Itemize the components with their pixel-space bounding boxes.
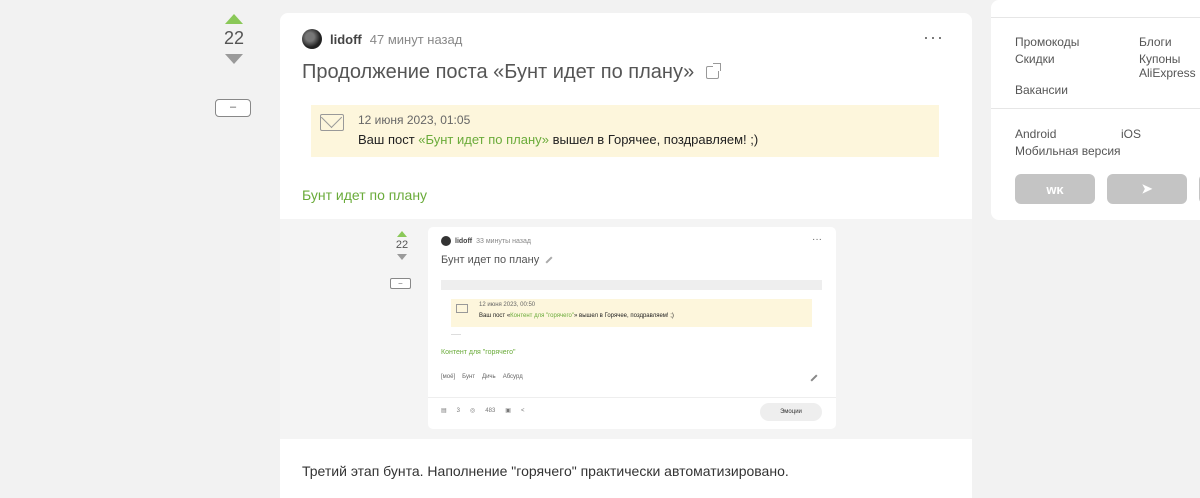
- embedded-notice-text: Ваш пост «Контент для "горячего"» вышел …: [479, 313, 674, 319]
- notice-post-link[interactable]: «Бунт идет по плану»: [418, 132, 549, 147]
- sidebar-link-blogs[interactable]: Блоги: [1139, 35, 1200, 49]
- sidebar-link-discounts[interactable]: Скидки: [1015, 52, 1139, 80]
- sidebar-divider: [991, 108, 1200, 109]
- social-buttons: ᴡᴋ ➤: [1015, 174, 1200, 204]
- embedded-views-count: 483: [485, 407, 496, 414]
- embedded-notice-text-before: Ваш пост «: [479, 313, 511, 319]
- embedded-post-link: Контент для "горячего": [441, 349, 516, 356]
- embedded-views-icon: ◎: [470, 408, 476, 414]
- embedded-footer: ▤ 3 ◎ 483 ▣ <: [441, 407, 525, 415]
- embedded-avatar: [441, 236, 451, 246]
- vk-icon: ᴡᴋ: [1046, 181, 1064, 197]
- notification-block: 12 июня 2023, 01:05 Ваш пост «Бунт идет …: [311, 105, 939, 157]
- embedded-author-row: lidoff 33 минуты назад: [441, 236, 531, 246]
- telegram-button[interactable]: ➤: [1107, 174, 1187, 204]
- embedded-vote-column: 22: [392, 231, 412, 260]
- embedded-downvote-icon: [397, 254, 407, 260]
- post-title[interactable]: Продолжение поста «Бунт идет по плану»: [302, 61, 722, 84]
- embedded-tags: [моё] Бунт Дичь Абсурд: [441, 374, 523, 380]
- vk-button[interactable]: ᴡᴋ: [1015, 174, 1095, 204]
- vote-count: 22: [223, 28, 245, 48]
- sidebar-link-ios[interactable]: iOS: [1121, 127, 1200, 141]
- embedded-notification-block: 12 июня 2023, 00:50 Ваш пост «Контент дл…: [451, 299, 812, 327]
- notice-text-before: Ваш пост: [358, 132, 419, 147]
- embedded-notice-link: Контент для "горячего": [510, 313, 575, 319]
- embedded-divider-bar: [441, 280, 822, 290]
- notice-date: 12 июня 2023, 01:05: [358, 113, 471, 127]
- embedded-post-card: lidoff 33 минуты назад ··· Бунт идет по …: [428, 227, 836, 429]
- embedded-save-icon: ▣: [505, 408, 511, 414]
- post-time: 47 минут назад: [369, 31, 463, 47]
- page: 22 – lidoff 47 минут назад ··· Продолжен…: [0, 0, 1200, 498]
- embedded-share-icon: <: [520, 407, 525, 414]
- tag: Дичь: [482, 374, 496, 380]
- more-options-icon[interactable]: ···: [923, 27, 944, 48]
- external-link-icon[interactable]: [706, 63, 722, 79]
- telegram-icon: ➤: [1141, 181, 1153, 196]
- downvote-icon[interactable]: [225, 54, 243, 64]
- embedded-comments-count: 3: [456, 407, 461, 414]
- post-card: lidoff 47 минут назад ··· Продолжение по…: [280, 13, 972, 498]
- embedded-comments-icon: ▤: [441, 408, 447, 414]
- sidebar-link-promocodes[interactable]: Промокоды: [1015, 35, 1139, 49]
- embedded-notice-text-after: » вышел в Горячее, поздравляем! ;): [574, 313, 674, 319]
- embedded-post-time: 33 минуты назад: [476, 237, 531, 245]
- embedded-author-name: lidoff: [455, 237, 473, 245]
- collapse-button[interactable]: –: [215, 99, 251, 117]
- notice-text-after: вышел в Горячее, поздравляем! ;): [549, 132, 759, 147]
- embedded-upvote-icon: [397, 231, 407, 237]
- sidebar-divider: [991, 17, 1200, 18]
- post-link[interactable]: Бунт идет по плану: [302, 187, 427, 203]
- embedded-footer-divider: [428, 397, 836, 398]
- embedded-edit-icon: [810, 374, 818, 382]
- embedded-more-options-icon: ···: [812, 234, 822, 245]
- sidebar-links: Промокоды Блоги Скидки Купоны AliExpress…: [1015, 35, 1200, 97]
- sidebar-link-vacancies[interactable]: Вакансии: [1015, 83, 1139, 97]
- embedded-link-icon: [545, 256, 553, 264]
- envelope-icon: [320, 114, 344, 131]
- post-author-row: lidoff 47 минут назад: [302, 29, 462, 49]
- sidebar-link-coupons[interactable]: Купоны AliExpress: [1139, 52, 1200, 80]
- sidebar-app-links: Android iOS Мобильная версия: [1015, 127, 1200, 158]
- embedded-screenshot: 22 – lidoff 33 минуты назад ··· Бунт иде…: [280, 219, 972, 439]
- embedded-collapse-button: –: [390, 278, 411, 289]
- embedded-post-title-text: Бунт идет по плану: [441, 254, 540, 266]
- avatar[interactable]: [302, 29, 322, 49]
- tag: [моё]: [441, 374, 456, 380]
- embedded-notice-date: 12 июня 2023, 00:50: [479, 302, 536, 308]
- post-title-text[interactable]: Продолжение поста «Бунт идет по плану»: [302, 61, 694, 84]
- embedded-vote-count: 22: [395, 239, 409, 251]
- vote-column: 22: [214, 14, 254, 64]
- upvote-icon[interactable]: [225, 14, 243, 24]
- tag: Бунт: [462, 374, 476, 380]
- tag: Абсурд: [502, 374, 523, 380]
- embedded-post-title: Бунт идет по плану: [441, 254, 553, 266]
- embedded-envelope-icon: [456, 304, 468, 313]
- sidebar-link-android[interactable]: Android: [1015, 127, 1121, 141]
- sidebar-link-mobile[interactable]: Мобильная версия: [1015, 144, 1121, 158]
- notice-text: Ваш пост «Бунт идет по плану» вышел в Го…: [358, 132, 758, 147]
- sidebar-card: Промокоды Блоги Скидки Купоны AliExpress…: [991, 0, 1200, 220]
- post-body-text: Третий этап бунта. Наполнение "горячего"…: [302, 463, 789, 479]
- embedded-separator: [451, 334, 461, 335]
- author-name[interactable]: lidoff: [330, 32, 362, 47]
- embedded-emotions-button: Эмоции: [760, 403, 822, 421]
